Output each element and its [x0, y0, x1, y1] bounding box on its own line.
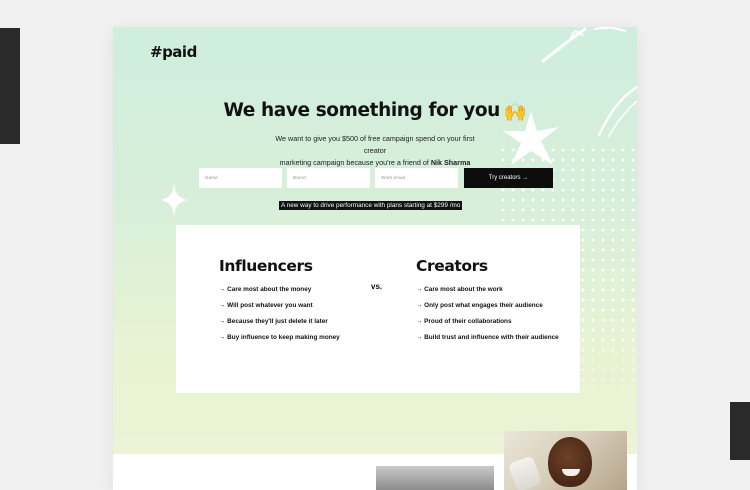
- influencer-point: → Because they'll just delete it later: [219, 318, 328, 325]
- influencer-point: → Will post whatever you want: [219, 302, 313, 309]
- influencer-point: → Buy influence to keep making money: [219, 334, 340, 341]
- creator-point: → Only post what engages their audience: [416, 302, 543, 309]
- friend-name: Nik Sharma: [430, 158, 471, 167]
- influencer-point: → Care most about the money: [219, 286, 312, 293]
- creator-point: → Build trust and influence with their a…: [416, 334, 559, 341]
- influencers-title: Influencers: [219, 257, 313, 275]
- creator-point: → Care most about the work: [416, 286, 503, 293]
- try-creators-button[interactable]: Try creators →: [464, 168, 553, 188]
- photo-face-shape: [548, 437, 592, 487]
- comparison-panel: Influencers → Care most about the money …: [176, 225, 580, 393]
- landing-page-card: #paid We have something for you 🙌 We want…: [113, 27, 637, 490]
- creator-photo-smiling: [504, 431, 627, 490]
- background-dark-bar-left: [0, 28, 20, 144]
- background-dark-bar-right: [730, 402, 750, 460]
- offer-line-2-text: marketing campaign because you're a frie…: [279, 158, 429, 167]
- creator-point: → Proud of their collaborations: [416, 318, 512, 325]
- offer-description: We want to give you $500 of free campaig…: [265, 133, 485, 169]
- paid-logo[interactable]: #paid: [150, 43, 197, 61]
- promo-banner: A new way to drive performance with plan…: [279, 201, 463, 210]
- name-input[interactable]: [199, 168, 282, 188]
- page-headline: We have something for you 🙌: [113, 100, 637, 123]
- brand-input[interactable]: [287, 168, 370, 188]
- offer-line-1: We want to give you $500 of free campaig…: [275, 134, 475, 155]
- work-email-input[interactable]: [375, 168, 458, 188]
- headline-text: We have something for you: [223, 100, 500, 121]
- creators-title: Creators: [416, 257, 488, 275]
- vs-label: vs.: [371, 282, 383, 291]
- creator-photo: [376, 466, 494, 490]
- influencers-column: Influencers → Care most about the money …: [219, 257, 340, 350]
- photo-hand-shape: [507, 455, 543, 490]
- creators-column: Creators → Care most about the work → On…: [416, 257, 559, 350]
- sparkle-star-icon: [161, 183, 187, 217]
- raising-hands-emoji: 🙌: [503, 102, 527, 123]
